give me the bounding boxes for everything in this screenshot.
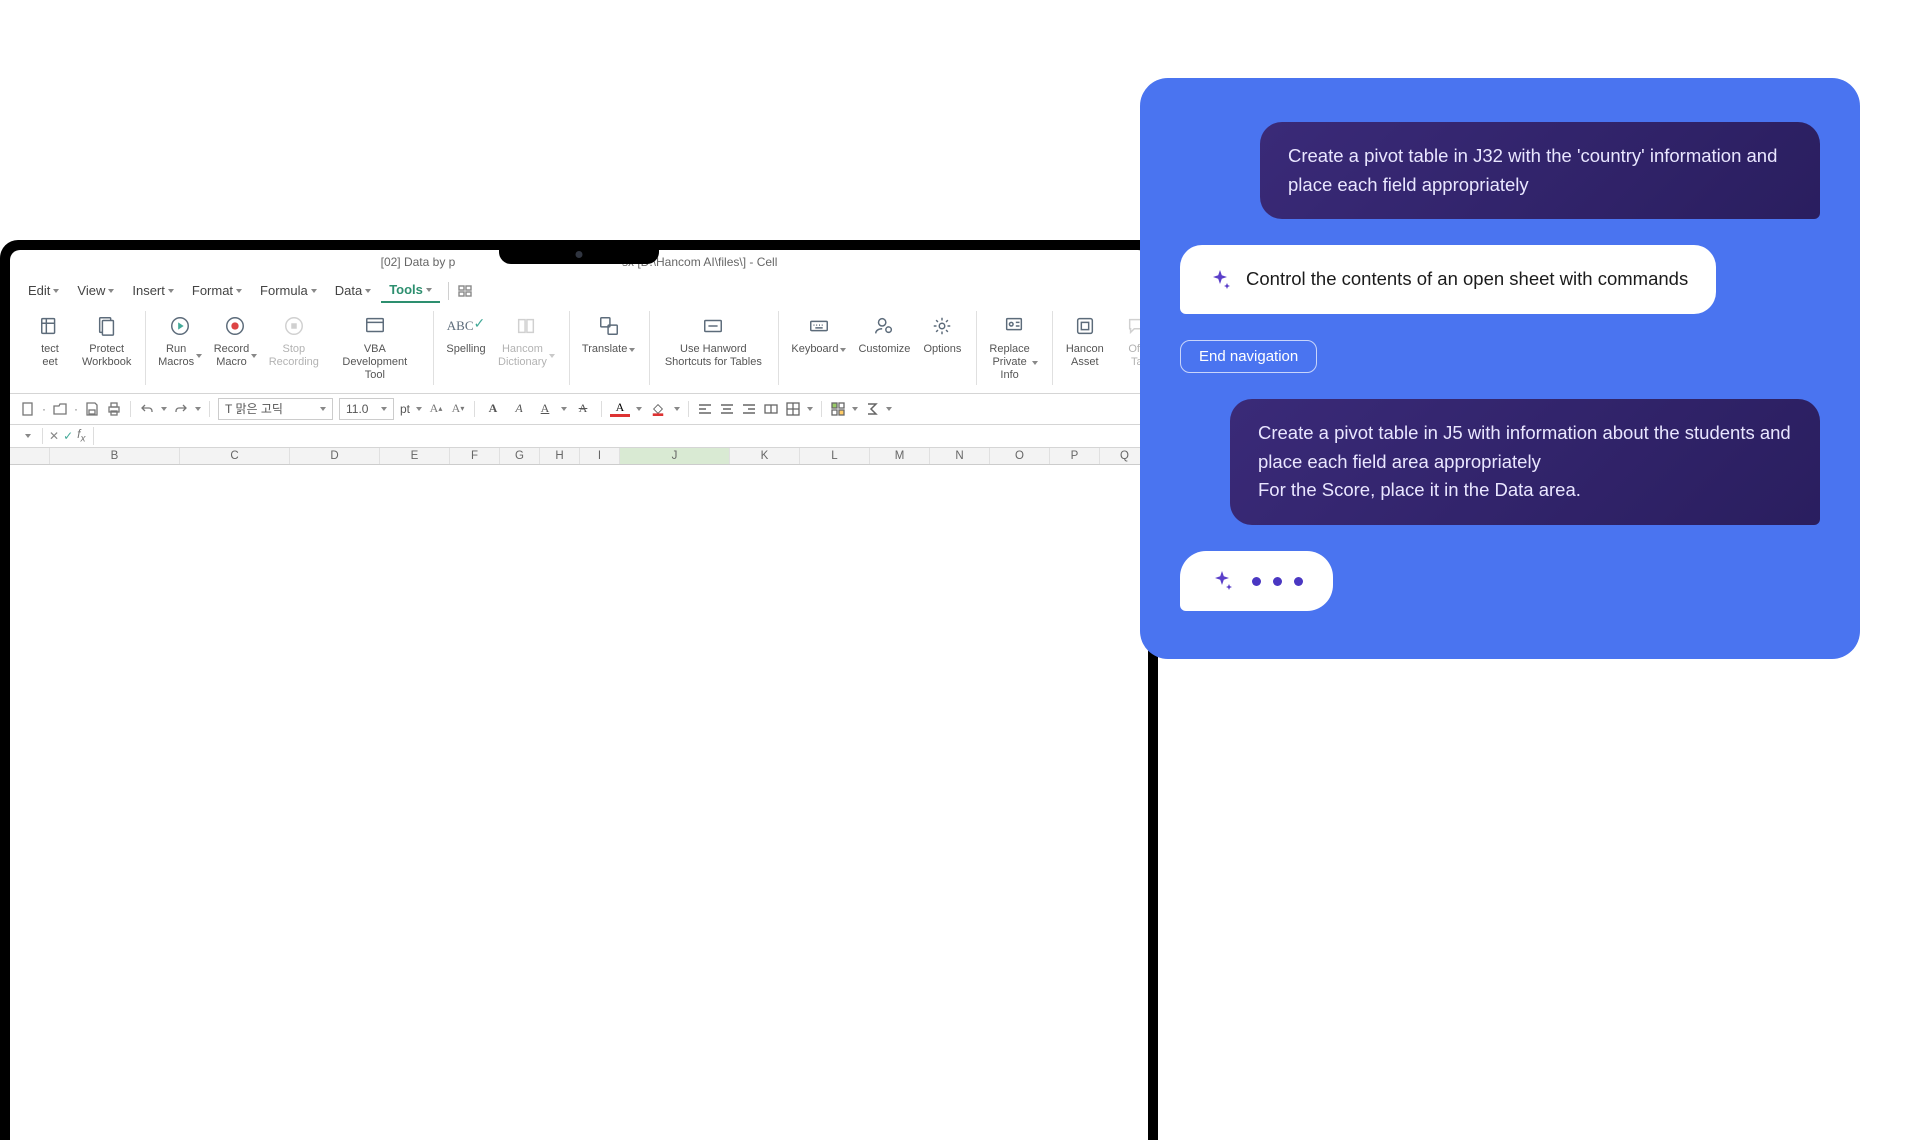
- vba-tool-button[interactable]: VBA Development Tool: [327, 311, 423, 385]
- end-navigation-button[interactable]: End navigation: [1180, 340, 1317, 373]
- font-shrink-icon[interactable]: A▾: [450, 401, 466, 417]
- quick-toolbar: · · T 맑은 고딕 11.0 pt A▴ A▾ A A A A A: [10, 394, 1148, 425]
- assistant-typing: [1180, 551, 1333, 611]
- sparkle-icon: [1210, 569, 1234, 593]
- stop-recording-button: Stop Recording: [265, 311, 323, 385]
- menu-bar: Edit View Insert Format Formula Data Too…: [10, 274, 1148, 303]
- privacy-icon: [1001, 313, 1027, 339]
- underline-button[interactable]: A: [535, 399, 555, 419]
- accept-fx-icon[interactable]: ✓: [63, 429, 73, 443]
- typing-dots-icon: [1252, 577, 1303, 586]
- spellcheck-icon: ABC✓: [453, 313, 479, 339]
- translate-button[interactable]: Translate: [578, 311, 639, 385]
- keyboard-button[interactable]: Keyboard: [787, 311, 850, 385]
- user-gear-icon: [871, 313, 897, 339]
- options-button[interactable]: Options: [918, 311, 966, 385]
- record-icon: [222, 313, 248, 339]
- protect-sheet-button[interactable]: tect eet: [26, 311, 74, 385]
- undo-icon[interactable]: [139, 401, 155, 417]
- italic-button[interactable]: A: [509, 399, 529, 419]
- align-left-icon[interactable]: [697, 401, 713, 417]
- user-message-2: Create a pivot table in J5 with informat…: [1230, 399, 1820, 525]
- align-center-icon[interactable]: [719, 401, 735, 417]
- bold-button[interactable]: A: [483, 399, 503, 419]
- user-message-1: Create a pivot table in J32 with the 'co…: [1260, 122, 1820, 219]
- title-left: [02] Data by p: [381, 255, 456, 269]
- hanword-shortcuts-button[interactable]: Use Hanword Shortcuts for Tables: [658, 311, 768, 385]
- sheet-lock-icon: [37, 313, 63, 339]
- column-headers[interactable]: BCDEFGHIJKLMNOPQ: [10, 448, 1148, 465]
- ai-chat-panel: Create a pivot table in J32 with the 'co…: [1140, 78, 1860, 659]
- hancom-asset-button[interactable]: Hancon Asset: [1061, 311, 1109, 385]
- cell-style-icon[interactable]: [830, 401, 846, 417]
- merge-icon[interactable]: [763, 401, 779, 417]
- menu-format[interactable]: Format: [184, 279, 250, 302]
- workbook-lock-icon: [94, 313, 120, 339]
- menu-insert[interactable]: Insert: [124, 279, 182, 302]
- save-icon[interactable]: [84, 401, 100, 417]
- cancel-fx-icon[interactable]: ✕: [49, 429, 59, 443]
- laptop-notch: [499, 240, 659, 264]
- sparkle-icon: [1208, 268, 1232, 292]
- dictionary-icon: [513, 313, 539, 339]
- spelling-button[interactable]: ABC✓ Spelling: [442, 311, 490, 385]
- font-grow-icon[interactable]: A▴: [428, 401, 444, 417]
- shortcut-icon: [700, 313, 726, 339]
- hancom-dictionary-button: Hancom Dictionary: [494, 311, 559, 385]
- new-doc-icon[interactable]: [20, 401, 36, 417]
- menu-edit[interactable]: Edit: [20, 279, 67, 302]
- menu-formula[interactable]: Formula: [252, 279, 325, 302]
- redo-icon[interactable]: [173, 401, 189, 417]
- namebox-dropdown-icon[interactable]: [20, 428, 36, 444]
- formula-input[interactable]: [93, 427, 1138, 445]
- play-icon: [167, 313, 193, 339]
- keyboard-icon: [806, 313, 832, 339]
- laptop-frame: [02] Data by p sx [D:\Hancom AI\files\] …: [0, 240, 1158, 1140]
- font-color-button[interactable]: A: [610, 400, 630, 417]
- customize-button[interactable]: Customize: [854, 311, 914, 385]
- menu-data[interactable]: Data: [327, 279, 379, 302]
- font-size-select[interactable]: 11.0: [339, 398, 394, 420]
- fx-label: fx: [77, 427, 85, 444]
- replace-private-info-button[interactable]: Replace Private Info: [985, 311, 1041, 385]
- ribbon-tools: tect eet Protect Workbook Run Macros Rec…: [10, 303, 1148, 394]
- stop-icon: [281, 313, 307, 339]
- app-window: [02] Data by p sx [D:\Hancom AI\files\] …: [10, 250, 1148, 1140]
- asset-icon: [1072, 313, 1098, 339]
- borders-icon[interactable]: [785, 401, 801, 417]
- strike-button[interactable]: A: [573, 399, 593, 419]
- align-right-icon[interactable]: [741, 401, 757, 417]
- menu-tools[interactable]: Tools: [381, 278, 440, 303]
- autosum-icon[interactable]: [864, 401, 880, 417]
- assistant-message-1: Control the contents of an open sheet wi…: [1180, 245, 1716, 314]
- open-icon[interactable]: [52, 401, 68, 417]
- record-macro-button[interactable]: Record Macro: [210, 311, 261, 385]
- vba-icon: [362, 313, 388, 339]
- fill-color-button[interactable]: [648, 399, 668, 419]
- menu-overflow-icon[interactable]: [457, 283, 473, 299]
- run-macros-button[interactable]: Run Macros: [154, 311, 206, 385]
- font-family-select[interactable]: T 맑은 고딕: [218, 398, 333, 420]
- print-icon[interactable]: [106, 401, 122, 417]
- protect-workbook-button[interactable]: Protect Workbook: [78, 311, 135, 385]
- font-unit-label: pt: [400, 402, 410, 416]
- translate-icon: [596, 313, 622, 339]
- formula-bar: ✕ ✓ fx: [10, 425, 1148, 448]
- menu-view[interactable]: View: [69, 279, 122, 302]
- gear-icon: [929, 313, 955, 339]
